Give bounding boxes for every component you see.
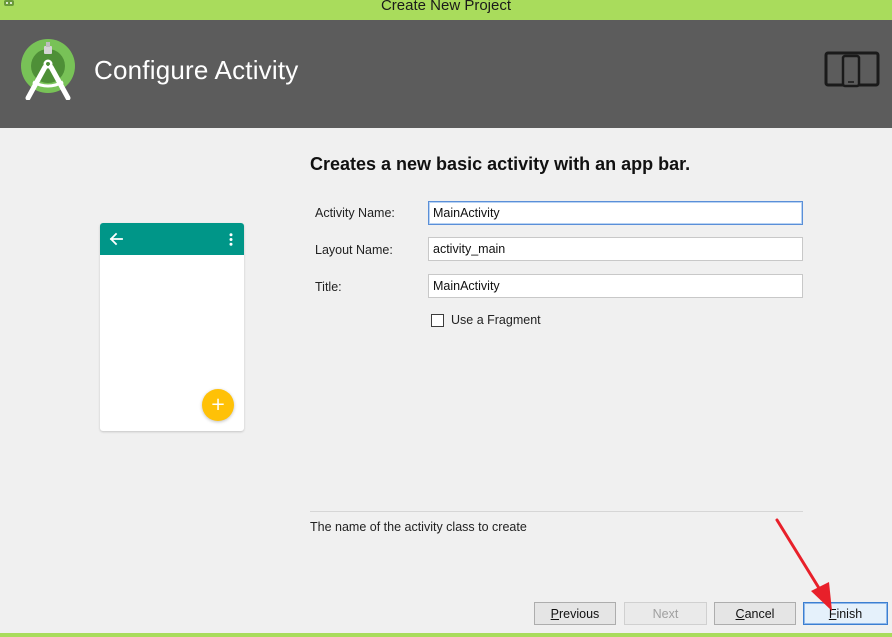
bottom-border	[0, 633, 892, 637]
content-area: + Creates a new basic activity with an a…	[0, 128, 892, 633]
android-studio-logo-icon	[21, 39, 75, 100]
layout-name-label: Layout Name:	[315, 243, 393, 257]
cancel-mnemonic: C	[735, 606, 745, 621]
use-fragment-label[interactable]: Use a Fragment	[451, 313, 541, 327]
arrow-back-icon	[109, 232, 123, 246]
red-pointer-arrow-icon	[775, 518, 832, 611]
previous-button[interactable]: Previous	[534, 602, 616, 625]
use-fragment-checkbox[interactable]	[431, 314, 444, 327]
finish-button-label: inish	[836, 606, 863, 621]
activity-name-field[interactable]	[428, 201, 803, 225]
phone-tablet-devices-icon	[824, 51, 880, 88]
activity-preview: +	[100, 223, 244, 431]
title-bar[interactable]: Create New Project	[0, 0, 892, 20]
preview-app-bar	[100, 223, 244, 255]
layout-name-field[interactable]	[428, 237, 803, 261]
preview-fab: +	[202, 389, 234, 421]
template-description: Creates a new basic activity with an app…	[310, 154, 691, 174]
field-hint: The name of the activity class to create	[310, 520, 527, 534]
next-button-label: Next	[652, 606, 679, 621]
title-label: Title:	[315, 280, 342, 294]
header-banner: Configure Activity	[0, 20, 892, 128]
hint-divider	[310, 511, 803, 512]
create-new-project-window: Create New Project Configure Activity + …	[0, 0, 892, 637]
next-button[interactable]: Next	[624, 602, 707, 625]
more-vert-icon	[229, 233, 233, 246]
previous-button-label: revious	[559, 606, 600, 621]
previous-mnemonic: P	[550, 606, 560, 621]
page-title: Configure Activity	[94, 55, 299, 85]
title-field[interactable]	[428, 274, 803, 298]
activity-name-label: Activity Name:	[315, 206, 395, 220]
window-title: Create New Project	[380, 0, 512, 14]
